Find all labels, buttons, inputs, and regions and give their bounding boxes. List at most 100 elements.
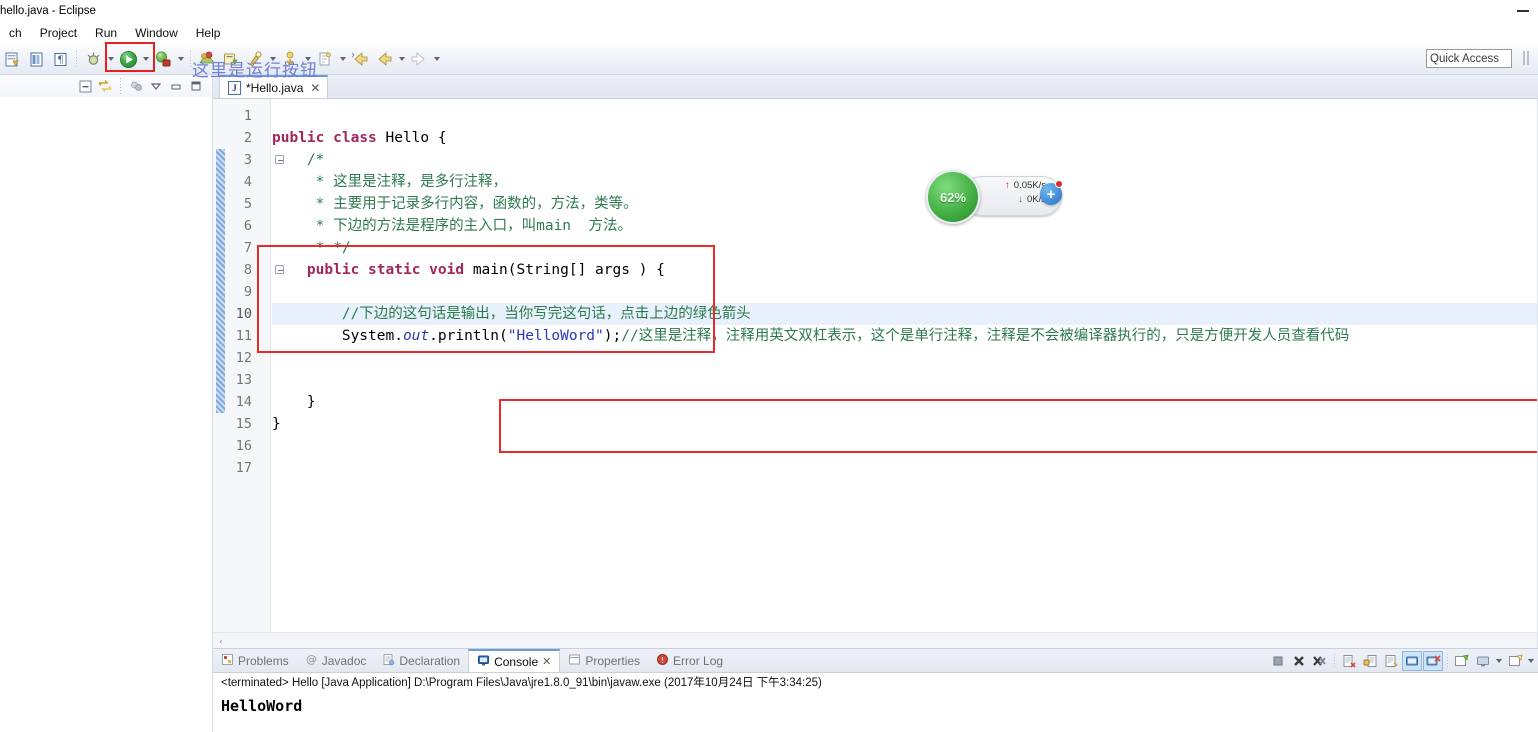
code-line[interactable]: * */ [272,237,1537,259]
code-line[interactable]: } [272,413,1537,435]
remove-launch-icon[interactable] [1289,651,1309,671]
show-console-on-output-icon[interactable] [1402,651,1422,671]
last-edit-location-icon[interactable] [314,48,336,70]
minimize-icon[interactable] [167,77,185,95]
code-line[interactable] [272,435,1537,457]
open-console-icon[interactable] [1505,651,1525,671]
code-line[interactable] [272,369,1537,391]
search-icon[interactable] [244,48,266,70]
forward-nav-dropdown-arrow[interactable] [431,48,442,70]
workbench: J *Hello.java ✕ 1 2 3 4 5 6 7 8 9 10 11 12 13 14 15 16 1… [0,75,1538,732]
code-line[interactable] [272,457,1537,479]
svg-text:!: ! [661,656,664,665]
upload-arrow-icon: ↑ [1004,180,1010,191]
link-with-editor-icon[interactable] [96,77,114,95]
code-token: out [402,328,430,344]
code-line[interactable]: * 这里是注释，是多行注释， [272,171,1537,193]
tab-declaration[interactable]: Declaration [374,649,468,672]
close-icon[interactable]: ✕ [542,655,551,668]
menu-item-run[interactable]: Run [86,24,126,42]
show-console-on-error-icon[interactable] [1423,651,1443,671]
back-dropdown-arrow[interactable] [396,48,407,70]
menu-item-search[interactable]: ch [0,24,31,42]
line-number: 4 [243,174,252,190]
word-wrap-icon[interactable] [1381,651,1401,671]
code-token: "HelloWord" [507,328,604,344]
new-java-project-icon[interactable] [1,48,23,70]
code-token: class [333,130,377,146]
toolbar-icon-group: ¶ [0,44,442,74]
debug-dropdown-arrow[interactable] [105,48,116,70]
console-output-area[interactable]: <terminated> Hello [Java Application] D:… [213,673,1538,732]
code-token: .println( [429,328,508,344]
new-package-icon[interactable] [196,48,218,70]
clear-console-icon[interactable] [1339,651,1359,671]
monitor-rates: ↑ 0.05K/s ↓ 0K/s [984,179,1046,207]
open-type-icon[interactable] [25,48,47,70]
terminate-icon[interactable] [1268,651,1288,671]
code-token: void [429,262,465,278]
close-icon[interactable]: ✕ [308,81,320,95]
code-line[interactable]: * 下边的方法是程序的主入口，叫main 方法。 [272,215,1537,237]
next-annotation-icon[interactable] [279,48,301,70]
editor-tab-hello-java[interactable]: J *Hello.java ✕ [219,75,329,98]
code-text-area[interactable]: public class Hello { /* * 这里是注释，是多行注释， *… [272,99,1537,632]
remove-all-terminated-icon[interactable] [1310,651,1330,671]
forward-nav-icon[interactable] [408,48,430,70]
code-line[interactable] [272,281,1537,303]
scroll-left-arrow-icon[interactable]: ‹ [213,633,229,648]
display-selected-dropdown-arrow[interactable] [1494,651,1504,671]
open-console-dropdown-arrow[interactable] [1526,651,1536,671]
tab-properties[interactable]: Properties [560,649,648,672]
network-monitor-widget[interactable]: ↑ 0.05K/s ↓ 0K/s + 62% [926,170,1064,224]
editor-horizontal-scrollbar[interactable]: ‹ [213,632,1537,648]
forward-icon[interactable] [373,48,395,70]
maximize-icon[interactable] [187,77,205,95]
scroll-right-arrow-icon[interactable] [1521,633,1537,648]
scroll-track[interactable] [229,633,1521,648]
run-icon[interactable] [117,48,139,70]
debug-icon[interactable] [82,48,104,70]
pin-console-icon[interactable] [1452,651,1472,671]
new-class-icon[interactable] [220,48,242,70]
back-icon[interactable] [349,48,371,70]
scroll-lock-icon[interactable] [1360,651,1380,671]
next-annotation-dropdown-arrow[interactable] [302,48,313,70]
monitor-percent-gauge[interactable]: 62% [926,170,980,224]
last-edit-dropdown-arrow[interactable] [337,48,348,70]
code-editor[interactable]: 1 2 3 4 5 6 7 8 9 10 11 12 13 14 15 16 17 public class H… [213,99,1538,648]
tab-console[interactable]: Console ✕ [468,649,561,672]
menu-item-project[interactable]: Project [31,24,86,42]
toggle-mark-occurrences-icon[interactable]: ¶ [49,48,71,70]
code-line[interactable]: //下边的这句话是输出，当你写完这句话，点击上边的绿色箭头 [272,303,1537,325]
open-perspective-icon[interactable] [1517,48,1535,70]
quick-access-input[interactable]: Quick Access [1426,49,1512,68]
view-menu-icon[interactable] [147,77,165,95]
code-line[interactable]: System.out.println("HelloWord");//这里是注释，… [272,325,1537,347]
code-line[interactable]: public static void main(String[] args ) … [272,259,1537,281]
code-token: ); [603,328,622,344]
search-dropdown-arrow[interactable] [267,48,278,70]
minimize-button[interactable] [1516,2,1530,16]
code-line[interactable]: } [272,391,1537,413]
code-line[interactable]: * 主要用于记录多行内容，函数的，方法，类等。 [272,193,1537,215]
code-line[interactable]: public class Hello { [272,127,1537,149]
menu-item-help[interactable]: Help [187,24,230,42]
menu-item-window[interactable]: Window [126,24,187,42]
line-number: 7 [243,240,252,256]
line-number: 2 [243,130,252,146]
focus-on-active-task-icon[interactable] [127,77,145,95]
external-tools-dropdown-arrow[interactable] [175,48,186,70]
code-line[interactable] [272,347,1537,369]
line-number: 17 [235,460,252,476]
tab-problems[interactable]: Problems [213,649,297,672]
code-line[interactable]: /* [272,149,1537,171]
run-dropdown-arrow[interactable] [140,48,151,70]
tab-error-log[interactable]: ! Error Log [648,649,731,672]
code-line[interactable] [272,105,1537,127]
left-view-toolbar [0,75,213,97]
display-selected-console-icon[interactable] [1473,651,1493,671]
tab-javadoc[interactable]: @ Javadoc [297,649,375,672]
collapse-all-icon[interactable] [76,77,94,95]
external-tools-icon[interactable] [152,48,174,70]
